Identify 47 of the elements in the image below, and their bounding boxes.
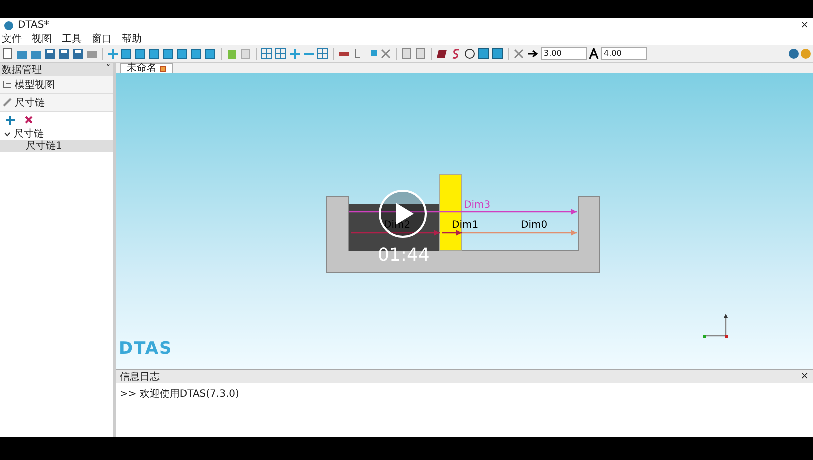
menu-item[interactable]: 窗口 <box>92 32 112 46</box>
curve-icon[interactable] <box>450 48 462 60</box>
play-button[interactable] <box>379 190 427 238</box>
dimension-label: Dim3 <box>464 200 491 211</box>
font-size-field[interactable]: 4.00 <box>601 47 647 60</box>
arrow-icon <box>527 48 539 60</box>
circle-icon[interactable] <box>464 48 476 60</box>
panel-section[interactable]: 模型视图 <box>0 76 113 94</box>
menu-item[interactable]: 文件 <box>2 32 22 46</box>
grid-icon[interactable] <box>261 48 273 60</box>
tree-item[interactable]: 尺寸链 <box>14 127 44 141</box>
add-icon[interactable] <box>107 48 119 60</box>
grid-icon[interactable] <box>317 48 329 60</box>
grid-icon[interactable] <box>275 48 287 60</box>
tree-view-icon <box>3 80 12 89</box>
save-icon[interactable] <box>72 48 84 60</box>
document-tab[interactable]: 未命名 <box>120 63 173 74</box>
save-icon[interactable] <box>44 48 56 60</box>
tree-item[interactable]: 尺寸链1 <box>0 140 113 152</box>
close-button[interactable]: × <box>800 371 809 382</box>
menu-item[interactable]: 帮助 <box>122 32 142 46</box>
add-icon[interactable] <box>6 116 15 124</box>
new-file-icon[interactable] <box>2 48 14 60</box>
log-title: 信息日志 <box>120 370 160 384</box>
document-icon[interactable] <box>401 48 413 60</box>
logo: DTAS <box>119 339 173 359</box>
font-icon <box>589 48 599 60</box>
log-line: >> 欢迎使用DTAS(7.3.0) <box>120 388 240 401</box>
panel-section[interactable]: 尺寸链 <box>0 94 113 112</box>
save-icon[interactable] <box>58 48 70 60</box>
cross-icon[interactable] <box>380 48 392 60</box>
close-button[interactable]: × <box>800 20 809 31</box>
video-time: 01:44 <box>378 245 430 266</box>
dimension-label: Dim0 <box>521 220 548 231</box>
parallelogram-icon[interactable] <box>436 48 448 60</box>
menu-item[interactable]: 工具 <box>62 32 82 46</box>
app-logo-icon <box>4 20 14 30</box>
window-title: DTAS* <box>18 20 50 31</box>
panel-title: 数据管理 <box>2 64 42 76</box>
delete-icon[interactable] <box>25 116 33 124</box>
add-icon[interactable] <box>289 48 301 60</box>
collapse-button[interactable]: ˅ <box>106 64 111 75</box>
cross-icon[interactable] <box>513 48 525 60</box>
document-icon[interactable] <box>415 48 427 60</box>
line-width-field[interactable]: 3.00 <box>541 47 587 60</box>
tab-status-icon <box>160 66 166 72</box>
menu-item[interactable]: 视图 <box>32 32 52 46</box>
